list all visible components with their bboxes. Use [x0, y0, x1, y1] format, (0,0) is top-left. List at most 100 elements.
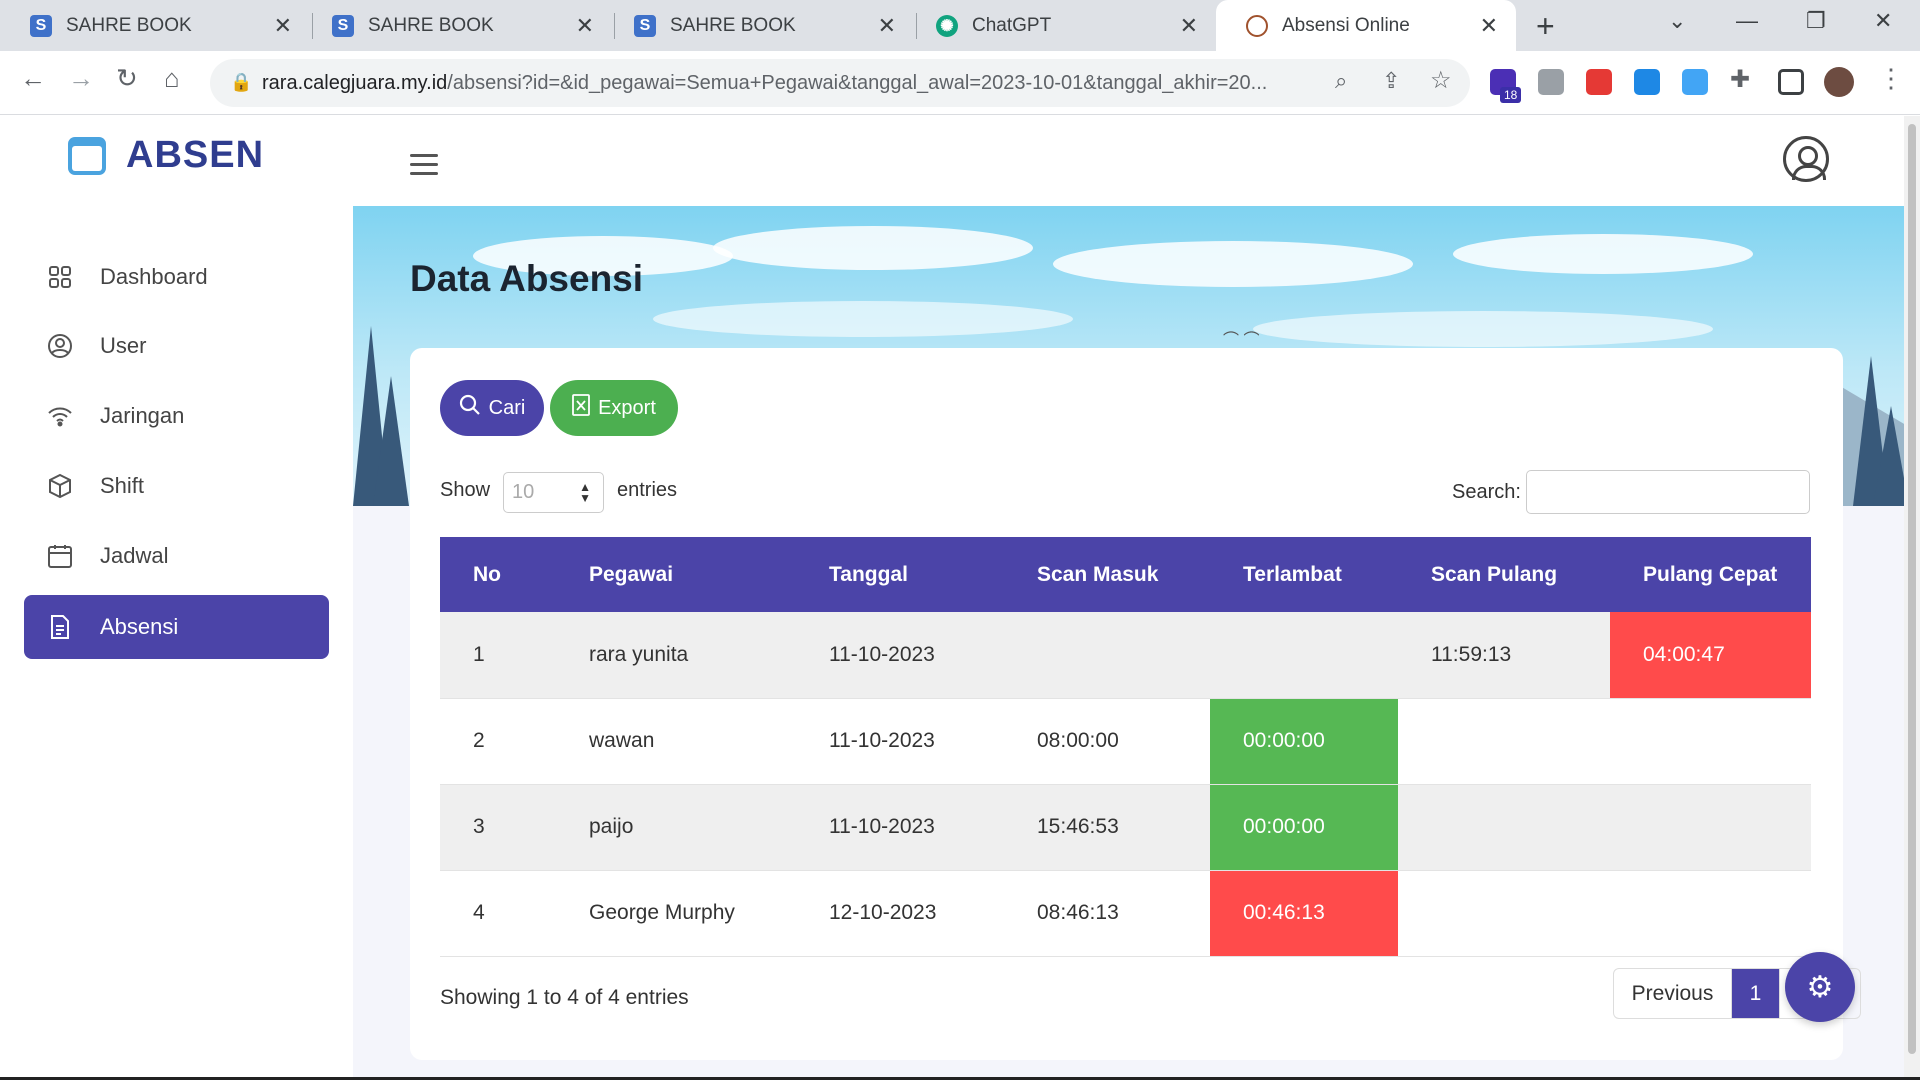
cell-scan-pulang: [1398, 870, 1610, 957]
table-row: 4 George Murphy 12-10-2023 08:46:13 00:46:13: [440, 870, 1811, 957]
document-icon: [46, 613, 74, 641]
export-button[interactable]: Export: [550, 380, 678, 436]
extension-icon[interactable]: [1634, 69, 1660, 95]
user-circle-icon: [46, 332, 74, 360]
zoom-icon[interactable]: ⌕: [1335, 68, 1347, 94]
close-icon[interactable]: ✕: [1480, 13, 1498, 39]
close-icon[interactable]: ✕: [274, 13, 292, 39]
url-text[interactable]: rara.calegjuara.my.id/absensi?id=&id_peg…: [262, 72, 1312, 95]
column-header[interactable]: Scan Pulang: [1398, 537, 1610, 612]
column-header[interactable]: Pegawai: [556, 537, 796, 612]
cell-pulang-cepat: [1610, 698, 1811, 785]
sidebar-item-shift[interactable]: Shift: [24, 454, 329, 518]
extension-badge: 18: [1500, 87, 1522, 103]
forward-icon[interactable]: →: [68, 63, 94, 94]
side-panel-icon[interactable]: [1778, 69, 1804, 95]
search-input[interactable]: [1526, 470, 1810, 514]
cell-terlambat: [1210, 612, 1398, 699]
user-profile-icon[interactable]: [1783, 136, 1829, 182]
cell-scan-masuk: 08:46:13: [1004, 870, 1210, 957]
calendar-logo-icon: [68, 136, 106, 175]
app-logo[interactable]: ABSEN: [68, 134, 264, 177]
back-icon[interactable]: ←: [20, 63, 46, 94]
column-header[interactable]: Scan Masuk: [1004, 537, 1210, 612]
cell-pegawai: wawan: [556, 698, 796, 785]
close-icon[interactable]: ✕: [576, 13, 594, 39]
close-icon[interactable]: ✕: [1180, 13, 1198, 39]
wifi-icon: [46, 402, 74, 430]
column-header[interactable]: Terlambat: [1210, 537, 1398, 612]
browser-tab[interactable]: S SAHRE BOOK ✕: [604, 0, 914, 51]
cell-scan-masuk: [1004, 612, 1210, 699]
bookmark-star-icon[interactable]: ☆: [1430, 66, 1452, 95]
data-card: Cari Export Show 10 ▲ ▼ entries Search: N…: [410, 348, 1861, 1060]
url-bar[interactable]: 🔒 rara.calegjuara.my.id/absensi?id=&id_p…: [210, 59, 1470, 107]
tab-title: SAHRE BOOK: [670, 14, 796, 36]
s-favicon-icon: S: [634, 14, 656, 37]
browser-tab[interactable]: ✺ ChatGPT ✕: [906, 0, 1216, 51]
browser-tab[interactable]: S SAHRE BOOK ✕: [0, 0, 310, 51]
sidebar-item-user[interactable]: User: [24, 314, 329, 378]
close-window-button[interactable]: ✕: [1874, 8, 1892, 34]
cell-no: 2: [440, 698, 556, 785]
settings-gear-icon[interactable]: ⚙: [1785, 952, 1855, 1022]
home-icon[interactable]: ⌂: [164, 63, 180, 94]
maximize-button[interactable]: ❐: [1806, 8, 1826, 34]
minimize-button[interactable]: —: [1736, 8, 1758, 34]
browser-tab-active[interactable]: Absensi Online ✕: [1216, 0, 1516, 51]
previous-page-button[interactable]: Previous: [1614, 969, 1732, 1018]
hamburger-menu-icon[interactable]: [410, 154, 438, 181]
page-title: Data Absensi: [410, 258, 644, 299]
address-bar-row: ← → ↻ ⌂ 🔒 rara.calegjuara.my.id/absensi?…: [0, 51, 1920, 115]
cell-tanggal: 11-10-2023: [796, 698, 1004, 785]
calendar-icon: [46, 542, 74, 570]
new-tab-button[interactable]: +: [1536, 8, 1555, 45]
share-icon[interactable]: ⇪: [1382, 68, 1400, 94]
scrollbar[interactable]: [1904, 116, 1920, 1080]
browser-tab[interactable]: S SAHRE BOOK ✕: [302, 0, 612, 51]
camera-extension-icon[interactable]: [1538, 69, 1564, 95]
cell-scan-pulang: [1398, 698, 1610, 785]
grid-icon: [46, 263, 74, 291]
extension-icon[interactable]: [1682, 69, 1708, 95]
lock-icon[interactable]: 🔒: [230, 72, 252, 93]
table-row: 2 wawan 11-10-2023 08:00:00 00:00:00: [440, 698, 1811, 785]
search-button[interactable]: Cari: [440, 380, 544, 436]
search-label: Search:: [1452, 481, 1521, 503]
sidebar-item-label: Absensi: [100, 614, 179, 639]
entries-select[interactable]: 10 ▲ ▼: [503, 472, 604, 513]
export-button-label: Export: [598, 396, 656, 419]
reload-icon[interactable]: ↻: [116, 63, 138, 94]
column-header[interactable]: Pulang Cepat: [1610, 537, 1811, 612]
cell-pulang-cepat: [1610, 784, 1811, 871]
column-header[interactable]: No: [440, 537, 556, 612]
cell-terlambat: 00:00:00: [1210, 784, 1398, 871]
sidebar-item-dashboard[interactable]: Dashboard: [24, 245, 329, 309]
cell-terlambat: 00:46:13: [1210, 870, 1398, 957]
tab-title: SAHRE BOOK: [368, 14, 494, 36]
cell-pegawai: rara yunita: [556, 612, 796, 699]
cell-scan-masuk: 15:46:53: [1004, 784, 1210, 871]
table-row: 1 rara yunita 11-10-2023 11:59:13 04:00:47: [440, 612, 1811, 699]
sidebar-item-absensi[interactable]: Absensi: [24, 595, 329, 659]
cell-tanggal: 11-10-2023: [796, 784, 1004, 871]
avatar[interactable]: [1824, 67, 1854, 97]
excel-file-icon: [572, 394, 590, 422]
logo-text: ABSEN: [126, 134, 265, 176]
more-menu-icon[interactable]: ⋮: [1878, 63, 1904, 94]
select-arrows-icon: ▲ ▼: [579, 480, 591, 505]
s-favicon-icon: S: [30, 14, 52, 37]
cell-scan-pulang: [1398, 784, 1610, 871]
puzzle-icon[interactable]: ✚: [1730, 65, 1750, 94]
page-1-button[interactable]: 1: [1732, 969, 1780, 1018]
chevron-down-icon[interactable]: ⌄: [1668, 8, 1686, 34]
close-icon[interactable]: ✕: [878, 13, 896, 39]
tab-title: Absensi Online: [1282, 14, 1410, 36]
sidebar-item-jadwal[interactable]: Jadwal: [24, 524, 329, 588]
main-content: ⌒ ⌒ Data Absensi Cari Export Show 10 ▲ ▼ …: [353, 206, 1904, 1080]
cube-icon: [46, 472, 74, 500]
extension-icon[interactable]: [1586, 69, 1612, 95]
sidebar-item-label: Jadwal: [100, 543, 169, 568]
column-header[interactable]: Tanggal: [796, 537, 1004, 612]
sidebar-item-jaringan[interactable]: Jaringan: [24, 384, 329, 448]
